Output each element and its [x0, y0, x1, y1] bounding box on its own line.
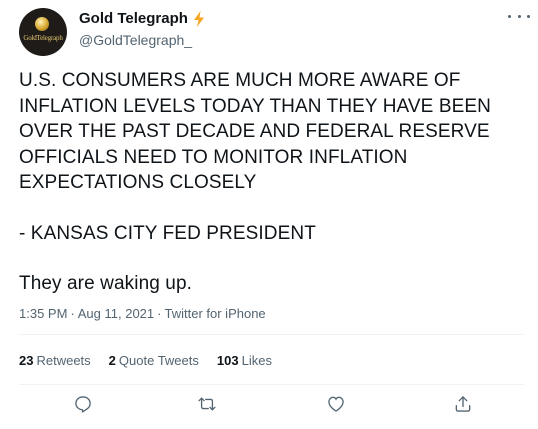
tweet-source[interactable]: Twitter for iPhone — [165, 306, 266, 321]
tweet-time[interactable]: 1:35 PM — [19, 306, 67, 321]
tweet-paragraph: - KANSAS CITY FED PRESIDENT — [19, 222, 316, 244]
likes-label: Likes — [241, 353, 272, 368]
retweets-stat[interactable]: 23 Retweets — [19, 353, 91, 368]
avatar[interactable]: GoldTelegraph — [19, 8, 67, 56]
more-icon[interactable] — [508, 8, 530, 24]
author-handle[interactable]: @GoldTelegraph_ — [79, 32, 192, 48]
avatar-logo-text: GoldTelegraph — [23, 34, 63, 42]
tweet-paragraph: They are waking up. — [19, 273, 192, 294]
quote-tweets-label: Quote Tweets — [118, 353, 199, 368]
likes-count: 103 — [216, 353, 239, 368]
action-bar — [0, 394, 538, 414]
share-icon — [455, 396, 471, 412]
retweets-label: Retweets — [36, 353, 91, 368]
reply-icon — [75, 396, 91, 413]
logo-coin-icon — [35, 17, 49, 31]
more-dot — [517, 14, 521, 18]
likes-stat[interactable]: 103 Likes — [217, 353, 272, 368]
tweet-paragraph: U.S. CONSUMERS ARE MUCH MORE AWARE OF IN… — [19, 70, 491, 193]
author-name-row: Gold Telegraph — [79, 10, 206, 27]
tweet-card: GoldTelegraph Gold Telegraph @GoldTelegr… — [0, 0, 538, 429]
retweets-count: 23 — [19, 353, 34, 368]
more-dot — [527, 14, 530, 18]
separator: · — [70, 306, 75, 321]
lightning-bolt-icon — [193, 10, 204, 27]
quote-tweets-stat[interactable]: 2 Quote Tweets — [109, 353, 199, 368]
like-button[interactable] — [326, 394, 346, 414]
author-display-name[interactable]: Gold Telegraph — [79, 10, 188, 27]
tweet-metadata: 1:35 PM · Aug 11, 2021 · Twitter for iPhone — [19, 306, 266, 321]
divider — [19, 334, 524, 335]
share-button[interactable] — [453, 394, 473, 414]
reply-button[interactable] — [73, 394, 93, 414]
more-dot — [508, 14, 511, 18]
separator: · — [157, 306, 162, 321]
retweet-icon — [198, 397, 216, 411]
divider — [19, 384, 524, 385]
quote-tweets-count: 2 — [108, 353, 116, 368]
tweet-date[interactable]: Aug 11, 2021 — [78, 306, 154, 321]
engagement-stats: 23 Retweets 2 Quote Tweets 103 Likes — [19, 353, 290, 368]
heart-icon — [328, 396, 344, 412]
retweet-button[interactable] — [197, 394, 217, 414]
tweet-text: U.S. CONSUMERS ARE MUCH MORE AWARE OF IN… — [19, 68, 524, 297]
